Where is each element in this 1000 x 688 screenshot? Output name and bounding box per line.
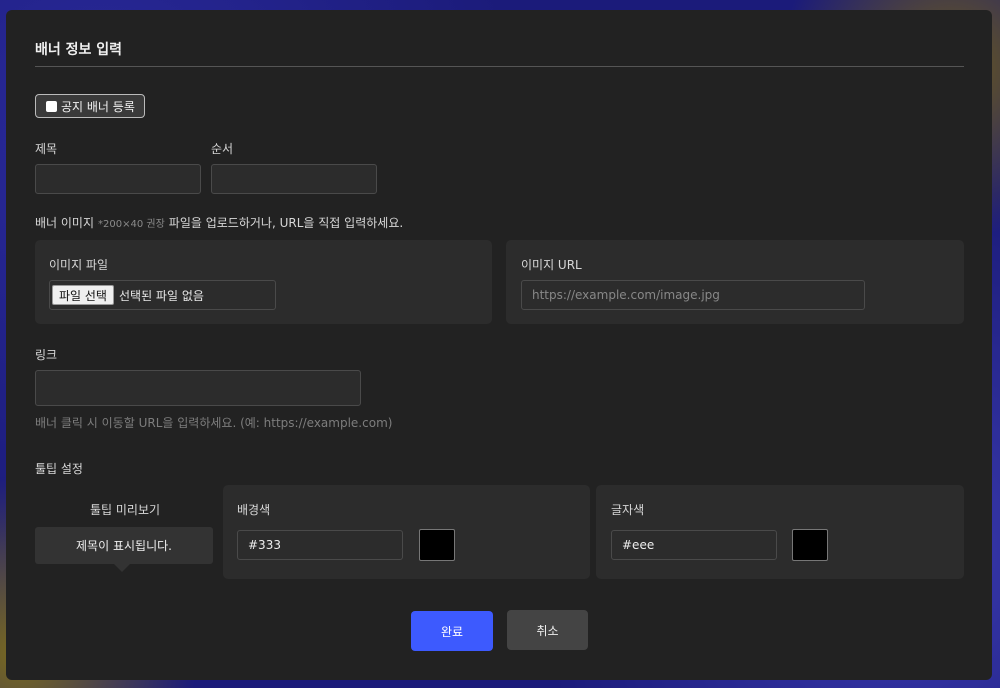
title-label: 제목 [35,142,58,156]
text-color-swatch[interactable] [792,529,828,561]
order-label: 순서 [211,142,234,156]
banner-image-label: 배너 이미지 [35,216,95,230]
title-divider [35,66,964,67]
link-label: 링크 [35,348,58,362]
bg-color-swatch[interactable] [419,529,455,561]
tooltip-section-label: 툴팁 설정 [35,462,83,476]
image-url-input[interactable]: https://example.com/image.jpg [521,280,865,310]
image-url-label: 이미지 URL [521,258,582,272]
order-input[interactable] [211,164,377,194]
title-input[interactable] [35,164,201,194]
banner-modal: 배너 정보 입력 공지 배너 등록 제목 순서 배너 이미지 *200×40 권… [6,10,992,680]
bg-color-input[interactable]: #333 [237,530,403,560]
link-help-text: 배너 클릭 시 이동할 URL을 입력하세요. (예: https://exam… [35,416,393,430]
file-none-text: 선택된 파일 없음 [118,288,204,303]
file-choose-button[interactable]: 파일 선택 [52,285,114,305]
text-color-input[interactable]: #eee [611,530,777,560]
image-file-input[interactable]: 파일 선택 선택된 파일 없음 [49,280,276,310]
link-input[interactable] [35,370,361,406]
text-color-label: 글자색 [611,503,645,517]
checkbox-icon[interactable] [46,100,57,112]
tooltip-preview-arrow [114,564,130,572]
notice-banner-toggle[interactable]: 공지 배너 등록 [35,94,145,118]
banner-image-size-hint: *200×40 권장 [98,219,165,230]
banner-image-heading: 배너 이미지 *200×40 권장 파일을 업로드하거나, URL을 직접 입력… [35,214,403,231]
banner-image-instructions: 파일을 업로드하거나, URL을 직접 입력하세요. [168,216,404,230]
image-file-label: 이미지 파일 [49,258,109,272]
confirm-button[interactable]: 완료 [411,611,493,651]
tooltip-preview-bubble: 제목이 표시됩니다. [35,527,213,564]
cancel-button[interactable]: 취소 [507,610,588,650]
bg-color-label: 배경색 [237,503,271,517]
tooltip-preview-label: 툴팁 미리보기 [90,503,161,517]
modal-title: 배너 정보 입력 [35,42,123,58]
notice-banner-label: 공지 배너 등록 [61,99,135,114]
